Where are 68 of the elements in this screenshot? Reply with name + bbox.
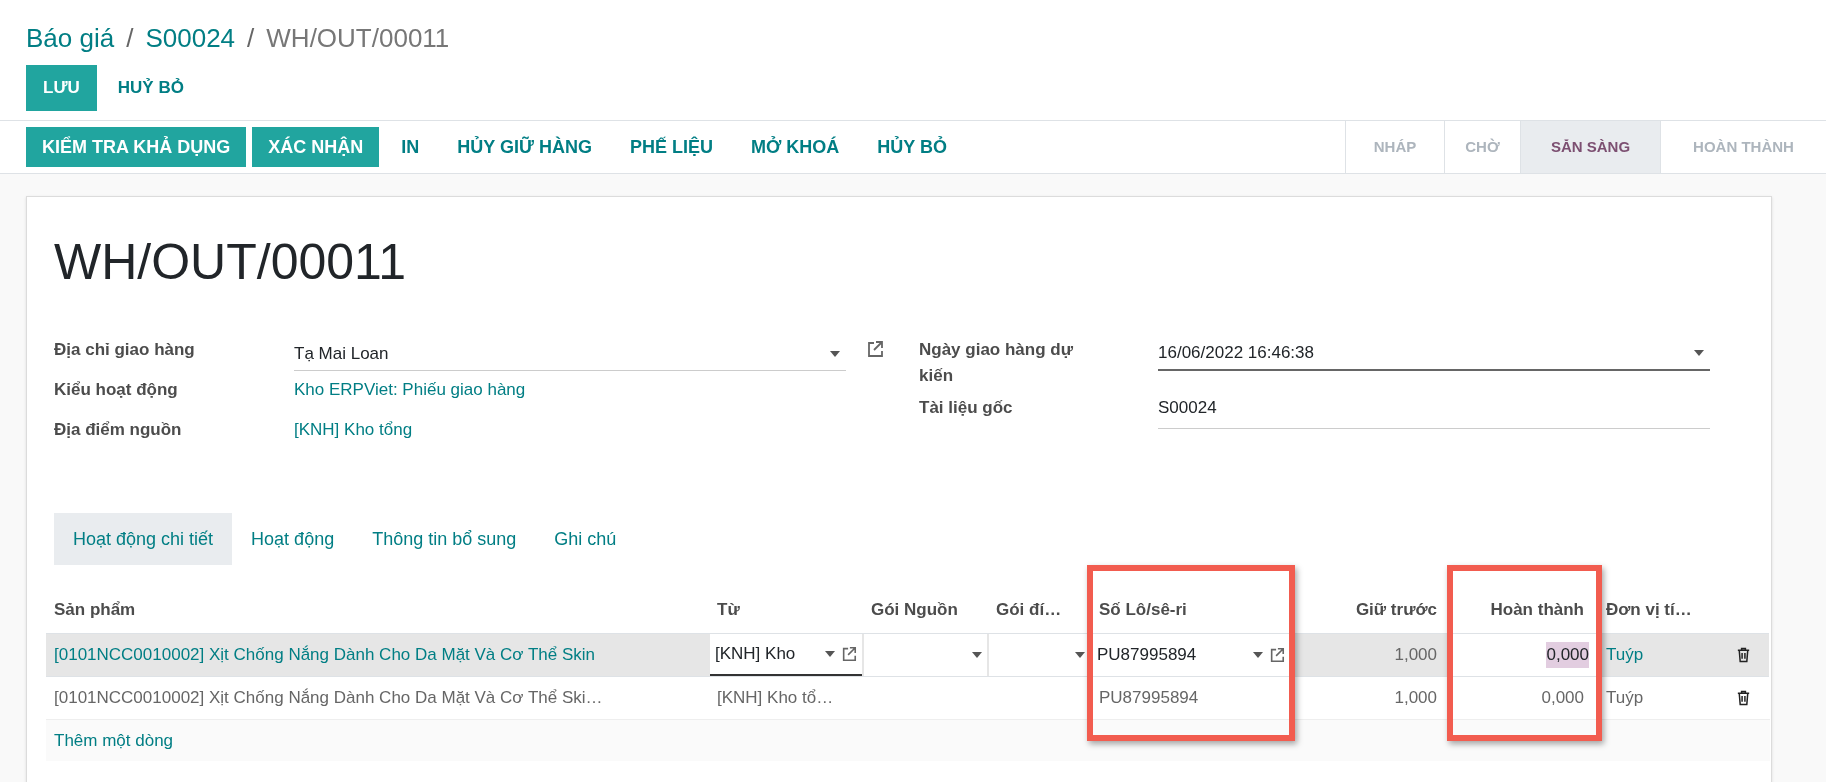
cell-value: [KNH] Kho	[715, 643, 796, 666]
tab[interactable]: Hoạt động chi tiết	[54, 513, 233, 565]
column-header[interactable]: Đơn vị tí…	[1598, 597, 1716, 623]
action-button[interactable]: KIỂM TRA KHẢ DỤNG	[26, 127, 247, 167]
select-field[interactable]: 0,000	[1452, 634, 1597, 676]
field-label: Địa chỉ giao hàng	[54, 339, 196, 361]
caret-icon[interactable]	[830, 350, 840, 357]
breadcrumb-current: WH/OUT/00011	[266, 21, 450, 55]
field-label: Kiểu hoạt động	[54, 379, 179, 401]
action-button[interactable]: IN	[385, 127, 436, 167]
external-link-icon[interactable]	[1269, 647, 1285, 663]
caret-icon[interactable]	[1253, 652, 1263, 658]
action-button[interactable]: MỞ KHOÁ	[735, 127, 856, 167]
column-header[interactable]: Số Lô/sê-ri	[1091, 597, 1291, 623]
add-line-link[interactable]: Thêm một dòng	[54, 727, 174, 754]
field-value: 16/06/2022 16:46:38	[1158, 342, 1314, 365]
select-field[interactable]	[864, 634, 987, 676]
table-cell-text: 1,000	[1393, 644, 1438, 667]
record-title: WH/OUT/00011	[54, 233, 407, 292]
tab[interactable]: Hoạt động	[232, 513, 354, 565]
column-header[interactable]: Hoàn thành	[1451, 597, 1598, 623]
column-header[interactable]: Gói đí…	[988, 597, 1091, 623]
field-label: Ngày giao hàng dự kiến	[919, 339, 1074, 387]
action-button[interactable]: PHẾ LIỆU	[613, 127, 729, 167]
breadcrumb-link[interactable]: Báo giá	[26, 18, 115, 58]
tab[interactable]: Ghi chú	[535, 513, 636, 565]
discard-button[interactable]: HUỶ BỎ	[100, 65, 201, 111]
table-cell-text: [0101NCC0010002] Xịt Chống Nắng Dành Cho Da Mặt Và Cơ Thể Ski…	[53, 687, 604, 710]
column-header[interactable]: Gói Nguồn	[863, 597, 988, 623]
column-header[interactable]: Sản phẩm	[46, 597, 709, 623]
breadcrumb-separator: /	[247, 21, 255, 55]
select-field[interactable]	[989, 634, 1090, 676]
select-field[interactable]: PU87995894	[1092, 634, 1290, 676]
column-header[interactable]: Giữ trước	[1291, 597, 1451, 623]
tab[interactable]: Thông tin bổ sung	[353, 513, 536, 565]
action-button[interactable]: HỦY BỎ	[861, 127, 964, 167]
table-cell-text: [KNH] Kho tổ…	[716, 687, 835, 710]
table-cell-text: Tuýp	[1605, 687, 1645, 710]
input-field[interactable]: [KNH] Kho	[710, 634, 862, 676]
breadcrumb-separator: /	[126, 21, 134, 55]
field-link[interactable]: Kho ERPViet: Phiếu giao hàng	[294, 377, 526, 403]
cell-link[interactable]: Tuýp	[1598, 634, 1716, 676]
text-field[interactable]: S00024	[1158, 395, 1710, 429]
save-button[interactable]: LƯU	[26, 65, 97, 111]
status-stage[interactable]: SẴN SÀNG	[1520, 121, 1660, 173]
caret-icon[interactable]	[1075, 652, 1085, 658]
action-button[interactable]: XÁC NHẬN	[252, 127, 380, 167]
selected-row[interactable]: [0101NCC0010002] Xịt Chống Nắng Dành Cho Da Mặt Và Cơ Thể Skin [KNH] Kho PU87995894 1,000 0,000 Tuýp	[46, 633, 1769, 676]
field-link[interactable]: [KNH] Kho tổng	[294, 417, 413, 443]
select-field[interactable]: Tạ Mai Loan	[294, 337, 846, 371]
field-label: Địa điểm nguồn	[54, 419, 183, 441]
caret-icon[interactable]	[825, 651, 835, 657]
table-cell-text: 1,000	[1393, 687, 1438, 710]
field-value: Tạ Mai Loan	[294, 342, 389, 365]
cell-value: 0,000	[1546, 642, 1589, 668]
action-button[interactable]: HỦY GIỮ HÀNG	[441, 127, 608, 167]
field-label: Tài liệu gốc	[919, 397, 1014, 419]
external-link-icon[interactable]	[866, 340, 884, 358]
breadcrumb-link[interactable]: S00024	[145, 18, 236, 58]
cell-link[interactable]: [0101NCC0010002] Xịt Chống Nắng Dành Cho Da Mặt Và Cơ Thể Skin	[46, 634, 709, 676]
column-header[interactable]: Từ	[709, 597, 863, 623]
table-cell-text: 0,000	[1540, 687, 1585, 710]
cell-value: PU87995894	[1097, 644, 1197, 667]
caret-icon[interactable]	[1694, 350, 1704, 356]
select-field[interactable]: 16/06/2022 16:46:38	[1158, 337, 1710, 371]
table-cell-text: PU87995894	[1098, 687, 1200, 710]
caret-icon[interactable]	[972, 652, 982, 658]
external-link-icon[interactable]	[841, 646, 857, 662]
